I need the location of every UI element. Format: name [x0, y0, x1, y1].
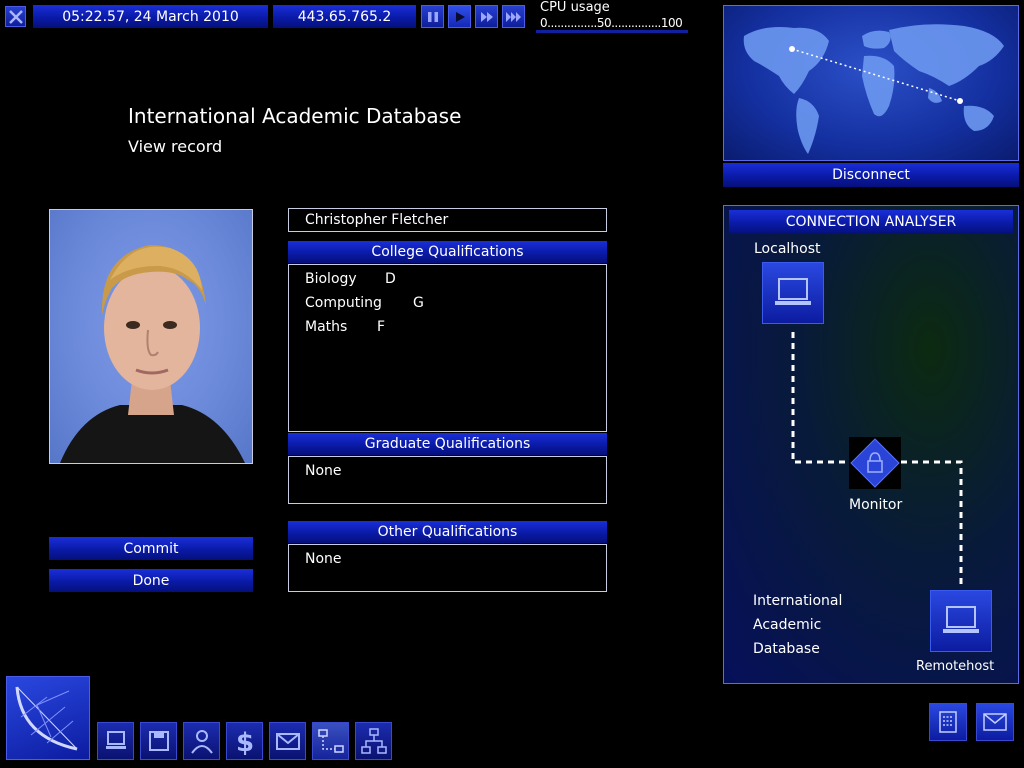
person-icon [190, 730, 213, 754]
fastest-forward-icon [505, 11, 521, 22]
person-photo [49, 209, 253, 464]
ip-text: 443.65.765.2 [297, 8, 392, 25]
graduate-qualifications-list: None [288, 456, 607, 504]
list-item: Computing G [305, 292, 424, 311]
cpu-usage: CPU usage 0...............50............… [536, 0, 720, 34]
remote-name-line3: Database [753, 641, 820, 657]
other-qualifications-value: None [305, 551, 342, 567]
commit-label: Commit [123, 540, 179, 557]
record-name: Christopher Fletcher [305, 212, 449, 228]
ip-display: 443.65.765.2 [273, 5, 416, 28]
list-item: Biology D [305, 268, 396, 287]
play-icon [455, 11, 465, 22]
lan-icon [360, 728, 387, 754]
nav-memory-button[interactable] [140, 722, 177, 760]
college-qualifications-label: College Qualifications [371, 244, 524, 260]
lock-icon [850, 438, 900, 488]
graduate-qualifications-label: Graduate Qualifications [364, 436, 531, 452]
disconnect-label: Disconnect [832, 167, 910, 183]
nav-computer-button[interactable] [97, 722, 134, 760]
nav-status-button[interactable] [183, 722, 220, 760]
other-qualifications-header: Other Qualifications [288, 521, 607, 543]
fast-forward-icon [480, 11, 493, 22]
connection-analyser: CONNECTION ANALYSER Localhost Monitor In… [723, 205, 1019, 684]
other-qualifications-label: Other Qualifications [377, 524, 518, 540]
remote-name-line2: Academic [753, 617, 822, 633]
cpu-usage-scale: 0...............50...............100 [540, 16, 683, 30]
qualification-subject: Biology [305, 271, 357, 287]
close-icon [8, 9, 23, 24]
world-map[interactable] [723, 5, 1019, 161]
graduate-qualifications-header: Graduate Qualifications [288, 433, 607, 455]
fastest-forward-button[interactable] [502, 5, 525, 28]
floppy-disk-icon [148, 731, 169, 751]
page-subtitle: View record [128, 137, 223, 156]
qualification-grade: D [385, 271, 396, 287]
gateway-button[interactable] [6, 676, 90, 760]
graduate-qualifications-value: None [305, 463, 342, 479]
remotehost-node[interactable] [930, 590, 992, 652]
qualification-grade: G [413, 295, 424, 311]
mail-button[interactable] [976, 703, 1014, 741]
dollar-icon: $ [235, 728, 253, 756]
commit-button[interactable]: Commit [49, 537, 253, 560]
play-button[interactable] [448, 5, 471, 28]
college-qualifications-header: College Qualifications [288, 241, 607, 263]
done-button[interactable]: Done [49, 569, 253, 592]
nav-email-button[interactable] [269, 722, 306, 760]
qualification-subject: Maths [305, 319, 348, 335]
other-qualifications-list: None [288, 544, 607, 592]
notes-button[interactable] [929, 703, 967, 741]
done-label: Done [132, 572, 170, 589]
notes-icon [939, 711, 957, 733]
fast-forward-button[interactable] [475, 5, 498, 28]
monitor-label: Monitor [849, 497, 903, 513]
pause-button[interactable] [421, 5, 444, 28]
cpu-usage-label: CPU usage [540, 0, 610, 15]
college-qualifications-list: Biology D Computing G Maths F [288, 264, 607, 432]
computer-icon [105, 731, 126, 749]
envelope-icon [275, 733, 300, 750]
satellite-dish-icon [15, 686, 78, 751]
clock-text: 05:22.57, 24 March 2010 [62, 8, 239, 25]
disconnect-button[interactable]: Disconnect [723, 163, 1019, 187]
page-title: International Academic Database [128, 104, 462, 128]
clock-display: 05:22.57, 24 March 2010 [33, 5, 268, 28]
svg-text:$: $ [235, 728, 253, 756]
pause-icon [427, 11, 438, 22]
nav-lan-button[interactable] [355, 722, 392, 760]
nav-finance-button[interactable]: $ [226, 722, 263, 760]
person-portrait [60, 245, 245, 463]
mail-icon [983, 713, 1007, 731]
close-button[interactable] [5, 6, 26, 27]
name-field: Christopher Fletcher [288, 208, 607, 232]
nav-network-button[interactable] [312, 722, 349, 760]
network-icon [317, 729, 344, 753]
remote-name-line1: International [753, 593, 843, 609]
qualification-subject: Computing [305, 295, 382, 311]
world-map-graphic [743, 24, 1004, 154]
computer-icon [943, 606, 979, 633]
list-item: Maths F [305, 316, 385, 335]
qualification-grade: F [377, 319, 386, 335]
remotehost-label: Remotehost [916, 659, 995, 674]
monitor-node[interactable] [849, 437, 901, 489]
cpu-usage-bar [536, 30, 688, 33]
